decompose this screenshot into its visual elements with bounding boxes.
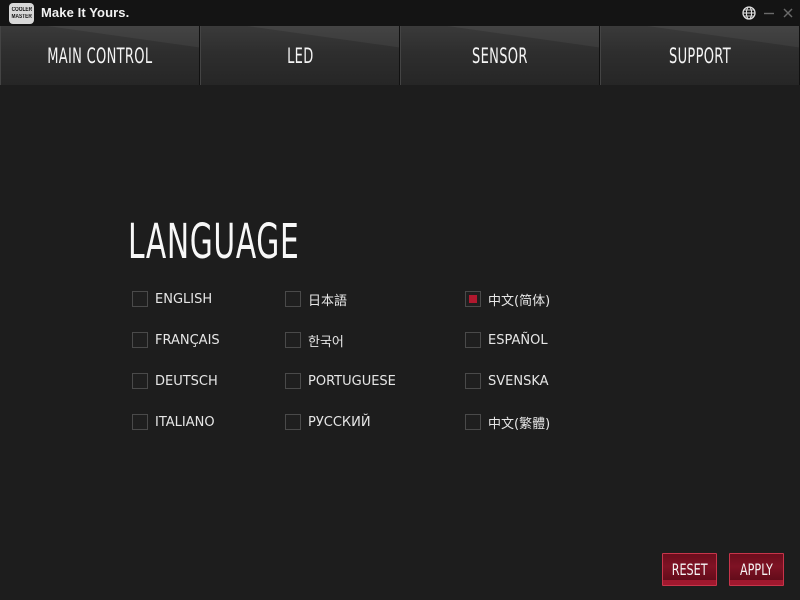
language-option-korean[interactable]: 한국어 bbox=[285, 331, 344, 350]
option-label: ITALIANO bbox=[155, 414, 215, 430]
language-option-chinese-simplified[interactable]: 中文(简体) bbox=[465, 290, 551, 309]
tab-label: MAIN CONTROL bbox=[47, 43, 153, 68]
option-label: 中文(繁體) bbox=[488, 416, 551, 432]
language-option-english[interactable]: ENGLISH bbox=[132, 290, 212, 308]
option-label: SVENSKA bbox=[488, 373, 549, 389]
checkbox[interactable] bbox=[285, 373, 301, 389]
option-label: 中文(简体) bbox=[488, 293, 551, 309]
reset-label: RESET bbox=[671, 560, 708, 579]
logo-text-line1: COOLER bbox=[11, 6, 32, 13]
checkbox[interactable] bbox=[285, 414, 301, 430]
main-nav: MAIN CONTROL LED SENSOR SUPPORT bbox=[0, 26, 800, 85]
checkbox[interactable] bbox=[285, 332, 301, 348]
checkbox[interactable] bbox=[132, 373, 148, 389]
language-option-deutsch[interactable]: DEUTSCH bbox=[132, 372, 218, 390]
cooler-master-logo: COOLER MASTER bbox=[9, 3, 34, 24]
checkbox-checked[interactable] bbox=[465, 291, 481, 307]
checkbox[interactable] bbox=[465, 373, 481, 389]
app-window: COOLER MASTER Make It Yours. MAIN CONTRO… bbox=[0, 0, 800, 600]
tab-sensor[interactable]: SENSOR bbox=[400, 26, 600, 85]
logo-text-line2: MASTER bbox=[11, 13, 32, 20]
tab-main-control[interactable]: MAIN CONTROL bbox=[0, 26, 200, 85]
language-option-svenska[interactable]: SVENSKA bbox=[465, 372, 549, 390]
option-label: 日本語 bbox=[308, 293, 348, 309]
language-option-espanol[interactable]: ESPAÑOL bbox=[465, 331, 548, 349]
option-label: ESPAÑOL bbox=[488, 332, 548, 348]
tab-led[interactable]: LED bbox=[200, 26, 400, 85]
checkbox[interactable] bbox=[132, 291, 148, 307]
checkbox[interactable] bbox=[465, 332, 481, 348]
checkbox[interactable] bbox=[132, 332, 148, 348]
language-option-russian[interactable]: РУССКИЙ bbox=[285, 413, 371, 431]
checkbox[interactable] bbox=[132, 414, 148, 430]
reset-button[interactable]: RESET bbox=[662, 553, 717, 586]
option-label: 한국어 bbox=[308, 334, 344, 350]
option-label: DEUTSCH bbox=[155, 373, 218, 389]
language-option-italiano[interactable]: ITALIANO bbox=[132, 413, 215, 431]
language-option-japanese[interactable]: 日本語 bbox=[285, 290, 348, 309]
option-label: ENGLISH bbox=[155, 291, 213, 307]
option-label: FRANÇAIS bbox=[155, 332, 220, 348]
option-label: РУССКИЙ bbox=[308, 414, 371, 430]
language-option-portuguese[interactable]: PORTUGUESE bbox=[285, 372, 396, 390]
language-option-francais[interactable]: FRANÇAIS bbox=[132, 331, 220, 349]
check-mark bbox=[469, 295, 477, 303]
close-icon[interactable] bbox=[780, 5, 796, 21]
language-option-chinese-traditional[interactable]: 中文(繁體) bbox=[465, 413, 551, 432]
checkbox[interactable] bbox=[285, 291, 301, 307]
language-heading: LANGUAGE bbox=[128, 214, 300, 270]
checkbox[interactable] bbox=[465, 414, 481, 430]
minimize-icon[interactable] bbox=[761, 5, 777, 21]
tab-label: LED bbox=[286, 43, 314, 68]
globe-icon[interactable] bbox=[741, 5, 757, 21]
title-bar: COOLER MASTER Make It Yours. bbox=[0, 0, 800, 26]
apply-label: APPLY bbox=[740, 560, 773, 579]
tab-label: SENSOR bbox=[472, 43, 528, 68]
tab-support[interactable]: SUPPORT bbox=[600, 26, 800, 85]
tagline: Make It Yours. bbox=[41, 5, 130, 20]
tab-label: SUPPORT bbox=[669, 43, 731, 68]
apply-button[interactable]: APPLY bbox=[729, 553, 784, 586]
option-label: PORTUGUESE bbox=[308, 373, 396, 389]
